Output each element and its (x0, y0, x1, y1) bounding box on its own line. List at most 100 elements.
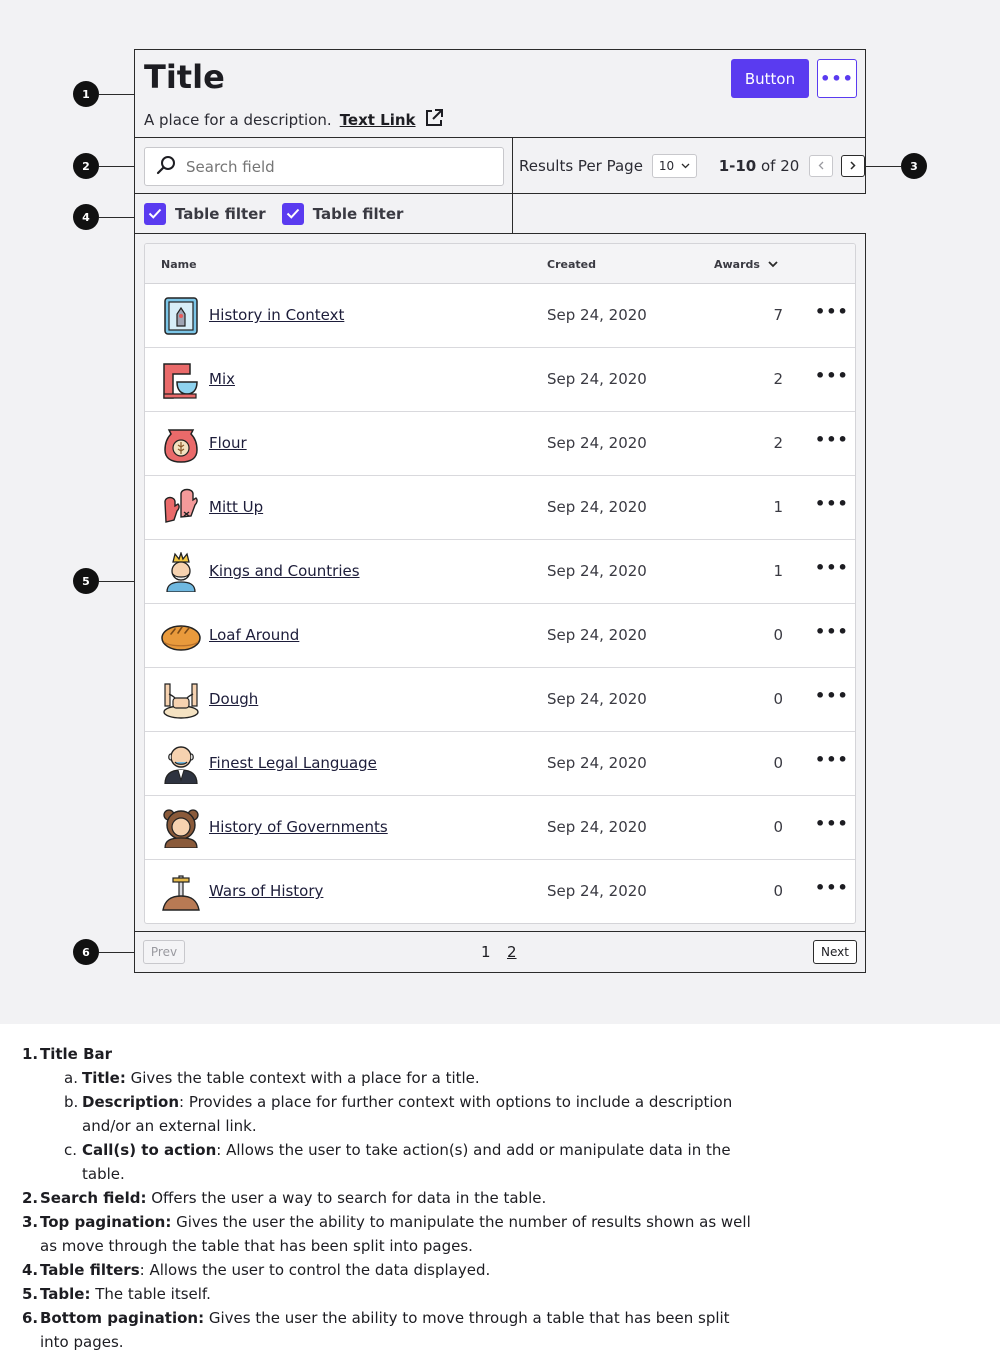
search-input[interactable] (186, 157, 486, 176)
row-name-link[interactable]: Wars of History (209, 882, 323, 900)
note-number: 5. (22, 1285, 39, 1303)
next-page-button[interactable] (841, 154, 865, 177)
column-header-created[interactable]: Created (547, 258, 596, 271)
row-more-icon[interactable]: ••• (815, 814, 849, 833)
bottom-pagination: Prev 1 2 Next (134, 931, 866, 973)
table-row: Wars of History Sep 24, 2020 0 ••• (145, 860, 855, 923)
bread-loaf-icon (161, 616, 201, 656)
note-item: 3. Top pagination: Gives the user the abi… (22, 1210, 757, 1258)
note-text: Offers the user a way to search for data… (146, 1189, 547, 1207)
table-filter-1[interactable]: Table filter (144, 202, 266, 225)
row-name-link[interactable]: Finest Legal Language (209, 754, 377, 772)
table-filter-2[interactable]: Table filter (281, 202, 403, 225)
note-item: 4. Table filters: Allows the user to cont… (22, 1258, 1000, 1282)
callout-line (99, 166, 134, 167)
sort-chevron-down-icon (768, 261, 778, 268)
note-item: 2. Search field: Offers the user a way to… (22, 1186, 1000, 1210)
note-title: Table: (40, 1285, 91, 1303)
sub-note-item: b. Description: Provides a place for furt… (64, 1090, 764, 1138)
note-item: 1. Title Bar a. Title: Gives the table con… (22, 1042, 1000, 1186)
callout-4: 4 (73, 204, 99, 230)
callout-line (99, 952, 134, 953)
row-created: Sep 24, 2020 (547, 498, 647, 516)
sub-note-title: Description (82, 1093, 180, 1111)
row-created: Sep 24, 2020 (547, 306, 647, 324)
oven-mitts-icon (161, 488, 201, 528)
note-number: 4. (22, 1261, 39, 1279)
checkbox-checked-icon[interactable] (144, 202, 166, 225)
table-header: Name Created Awards (145, 244, 855, 284)
text-link[interactable]: Text Link (340, 111, 416, 129)
row-awards: 2 (773, 370, 783, 388)
primary-button[interactable]: Button (731, 59, 809, 98)
column-header-name[interactable]: Name (161, 258, 197, 271)
row-name-link[interactable]: Loaf Around (209, 626, 299, 644)
row-more-icon[interactable]: ••• (815, 750, 849, 769)
search-field[interactable] (144, 147, 504, 186)
callout-1: 1 (73, 81, 99, 107)
prev-button[interactable]: Prev (143, 940, 185, 964)
row-more-icon[interactable]: ••• (815, 878, 849, 897)
row-created: Sep 24, 2020 (547, 370, 647, 388)
row-more-icon[interactable]: ••• (815, 558, 849, 577)
row-name-link[interactable]: Mitt Up (209, 498, 263, 516)
row-more-icon[interactable]: ••• (815, 622, 849, 641)
search-row (134, 137, 513, 194)
row-awards: 0 (773, 626, 783, 644)
results-per-page-select[interactable]: 10 (651, 153, 697, 178)
row-more-icon[interactable]: ••• (815, 686, 849, 705)
row-more-icon[interactable]: ••• (815, 366, 849, 385)
note-number: 6. (22, 1309, 39, 1327)
top-pagination: Results Per Page 10 1-10 of 20 (512, 137, 866, 194)
page-2-link[interactable]: 2 (507, 943, 517, 961)
callout-line (866, 166, 901, 167)
note-title: Bottom pagination: (40, 1309, 205, 1327)
row-name-link[interactable]: Dough (209, 690, 258, 708)
bear-costume-icon (161, 808, 201, 849)
stand-mixer-icon (161, 360, 201, 400)
next-button[interactable]: Next (813, 940, 857, 964)
sub-note-title: Title: (82, 1069, 126, 1087)
table-row: Flour Sep 24, 2020 2 ••• (145, 412, 855, 476)
row-more-icon[interactable]: ••• (815, 430, 849, 449)
table-row: History of Governments Sep 24, 2020 0 ••… (145, 796, 855, 860)
checkbox-checked-icon[interactable] (281, 202, 304, 225)
row-awards: 7 (773, 306, 783, 324)
row-awards: 1 (773, 498, 783, 516)
callout-line (99, 94, 134, 95)
row-awards: 0 (773, 882, 783, 900)
notes-panel: 1. Title Bar a. Title: Gives the table con… (0, 1024, 1000, 1366)
results-per-page-label: Results Per Page (519, 156, 643, 175)
note-title: Title Bar (40, 1045, 113, 1063)
row-more-icon[interactable]: ••• (815, 302, 849, 321)
sub-note-item: c. Call(s) to action: Allows the user to … (64, 1138, 754, 1186)
row-created: Sep 24, 2020 (547, 626, 647, 644)
more-actions-button[interactable]: ••• (817, 59, 857, 98)
row-created: Sep 24, 2020 (547, 882, 647, 900)
prev-page-button[interactable] (809, 154, 834, 177)
sword-in-stone-icon (161, 872, 201, 912)
row-more-icon[interactable]: ••• (815, 494, 849, 513)
column-header-awards[interactable]: Awards (714, 258, 778, 271)
row-name-link[interactable]: History of Governments (209, 818, 388, 836)
row-awards: 0 (773, 754, 783, 772)
row-name-link[interactable]: Flour (209, 434, 247, 452)
note-title: Table filters (40, 1261, 140, 1279)
table-row: Dough Sep 24, 2020 0 ••• (145, 668, 855, 732)
row-name-link[interactable]: Mix (209, 370, 235, 388)
note-text: The table itself. (90, 1285, 211, 1303)
note-item: 6. Bottom pagination: Gives the user the … (22, 1306, 732, 1354)
table-row: Kings and Countries Sep 24, 2020 1 ••• (145, 540, 855, 604)
awards-label: Awards (714, 258, 760, 271)
description: A place for a description. Text Link (144, 108, 444, 132)
table-row: Mix Sep 24, 2020 2 ••• (145, 348, 855, 412)
external-link-icon[interactable] (424, 108, 444, 132)
chevron-down-icon (681, 163, 690, 168)
row-awards: 2 (773, 434, 783, 452)
king-icon (161, 550, 201, 593)
table-row: Loaf Around Sep 24, 2020 0 ••• (145, 604, 855, 668)
row-name-link[interactable]: Kings and Countries (209, 562, 360, 580)
row-name-link[interactable]: History in Context (209, 306, 344, 324)
page-1-link[interactable]: 1 (481, 943, 491, 961)
note-text: : Allows the user to control the data di… (139, 1261, 491, 1279)
